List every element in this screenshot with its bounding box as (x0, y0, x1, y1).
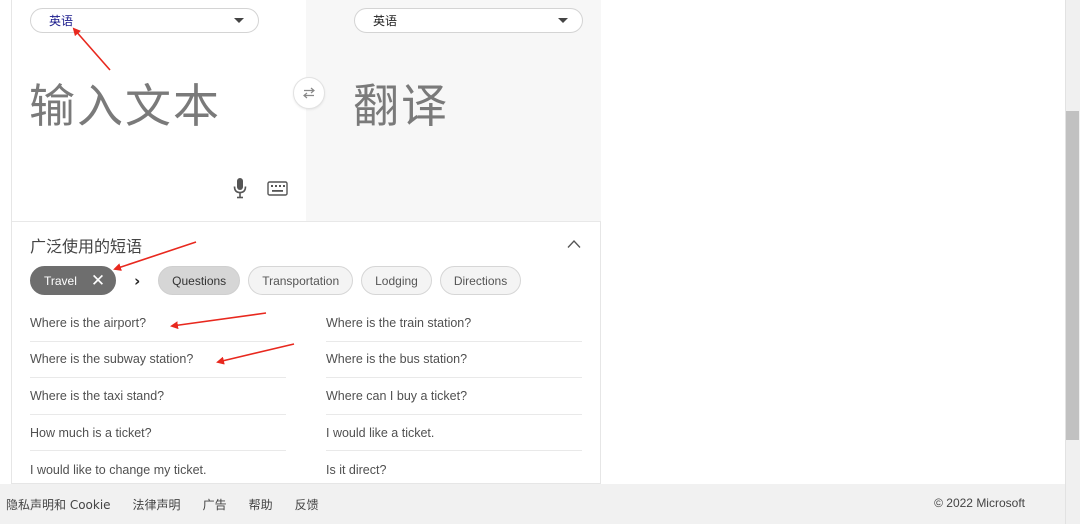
phrase-item[interactable]: I would like to change my ticket. (30, 451, 286, 488)
divider (12, 221, 601, 222)
footer-link-feedback[interactable]: 反馈 (295, 496, 319, 513)
subcategory-chip-questions[interactable]: Questions (158, 266, 241, 295)
source-text-input[interactable]: 输入文本 (29, 70, 221, 136)
translator-page: 英语 输入文本 英语 翻译 广泛使用的短语 Travel ✕ › Questio… (0, 0, 1080, 524)
footer-link-help[interactable]: 帮助 (249, 496, 273, 513)
chevron-down-icon (234, 18, 244, 23)
scrollbar-thumb[interactable] (1066, 111, 1079, 440)
phrase-item[interactable]: Where is the taxi stand? (30, 378, 286, 415)
swap-languages-button[interactable] (293, 77, 325, 109)
category-chip-travel[interactable]: Travel ✕ (30, 266, 117, 295)
subcategory-label: Directions (453, 273, 508, 288)
phrase-item[interactable]: How much is a ticket? (30, 415, 286, 452)
target-pane: 英语 翻译 (306, 0, 601, 221)
phrases-title: 广泛使用的短语 (30, 237, 143, 256)
subcategory-chip-directions[interactable]: Directions (439, 266, 522, 295)
subcategory-chip-lodging[interactable]: Lodging (361, 266, 432, 295)
footer-link-legal[interactable]: 法律声明 (133, 496, 181, 513)
phrase-category-row: Travel ✕ › Questions Transportation Lodg… (30, 266, 529, 295)
keyboard-icon[interactable] (267, 181, 288, 196)
page-footer: 隐私声明和 Cookie 法律声明 广告 帮助 反馈 © 2022 Micros… (0, 484, 1065, 524)
chevron-down-icon (558, 18, 568, 23)
phrase-item[interactable]: I would like a ticket. (326, 415, 582, 452)
source-language-select[interactable]: 英语 (30, 8, 259, 33)
footer-link-privacy[interactable]: 隐私声明和 Cookie (6, 496, 111, 513)
phrase-item[interactable]: Is it direct? (326, 451, 582, 488)
subcategory-label: Transportation (262, 273, 340, 288)
phrase-list-left: Where is the airport? Where is the subwa… (30, 305, 286, 488)
swap-icon (303, 87, 315, 99)
target-language-select[interactable]: 英语 (354, 8, 583, 33)
source-language-label: 英语 (49, 14, 74, 28)
phrase-item[interactable]: Where is the train station? (326, 305, 582, 342)
source-pane: 英语 输入文本 (12, 0, 306, 221)
phrase-list-right: Where is the train station? Where is the… (326, 305, 582, 488)
subcategory-chip-transportation[interactable]: Transportation (248, 266, 354, 295)
phrase-item[interactable]: Where is the bus station? (326, 342, 582, 379)
subcategory-label: Lodging (375, 273, 418, 288)
category-chip-label: Travel (44, 273, 77, 288)
chevron-right-icon: › (134, 271, 141, 290)
footer-link-ads[interactable]: 广告 (203, 496, 227, 513)
chevron-up-icon[interactable] (567, 239, 581, 249)
target-language-label: 英语 (373, 14, 398, 28)
close-icon[interactable]: ✕ (91, 272, 105, 289)
subcategory-label: Questions (172, 273, 227, 288)
phrase-item[interactable]: Where can I buy a ticket? (326, 378, 582, 415)
copyright-text: © 2022 Microsoft (934, 496, 1025, 510)
translator-card: 英语 输入文本 英语 翻译 广泛使用的短语 Travel ✕ › Questio… (11, 0, 601, 484)
translation-output: 翻译 (353, 79, 449, 133)
microphone-icon[interactable] (232, 177, 248, 199)
phrase-item[interactable]: Where is the subway station? (30, 342, 286, 379)
phrase-item[interactable]: Where is the airport? (30, 305, 286, 342)
